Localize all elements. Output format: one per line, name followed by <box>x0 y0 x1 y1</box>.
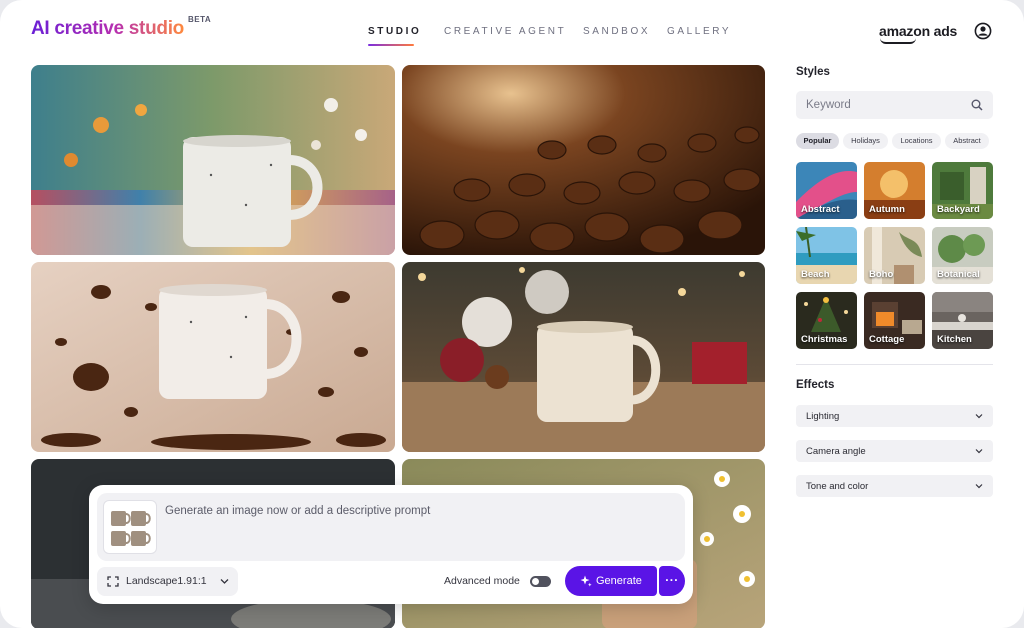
style-card-autumn[interactable]: Autumn <box>864 162 925 219</box>
chip-locations[interactable]: Locations <box>892 133 941 149</box>
brand-logo[interactable]: AI creative studio <box>31 18 184 40</box>
top-header: AI creative studio BETA STUDIO CREATIVE … <box>0 0 1024 62</box>
gallery-image-4[interactable] <box>402 262 765 452</box>
beta-badge: BETA <box>188 15 212 24</box>
toggle-knob <box>532 578 539 585</box>
chevron-down-icon <box>975 484 983 489</box>
chip-popular[interactable]: Popular <box>796 133 839 149</box>
style-search <box>796 91 993 119</box>
more-options-icon: ··· <box>665 573 679 587</box>
style-card-christmas[interactable]: Christmas <box>796 292 857 349</box>
gallery-image-3[interactable] <box>31 262 395 452</box>
chevron-down-icon <box>975 449 983 454</box>
advanced-mode-toggle[interactable] <box>530 576 551 587</box>
coffee-beans-image <box>402 65 765 255</box>
nav-tab-sandbox[interactable]: SANDBOX <box>583 26 650 37</box>
style-card-boho[interactable]: Boho <box>864 227 925 284</box>
effect-camera-angle-dropdown[interactable]: Camera angle <box>796 440 993 462</box>
panel-divider <box>796 364 993 365</box>
prompt-input[interactable]: Generate an image now or add a descripti… <box>97 493 685 561</box>
style-card-label: Kitchen <box>937 334 972 345</box>
style-card-label: Beach <box>801 269 830 280</box>
chip-holidays[interactable]: Holidays <box>843 133 888 149</box>
mugs-thumbnail-image <box>111 511 151 546</box>
effect-tone-color-dropdown[interactable]: Tone and color <box>796 475 993 497</box>
effect-label: Camera angle <box>806 446 866 457</box>
christmas-mug-image <box>402 262 765 452</box>
user-circle-icon[interactable] <box>974 22 992 40</box>
style-card-label: Cottage <box>869 334 905 345</box>
aspect-ratio-dropdown[interactable]: Landscape1.91:1 <box>97 567 238 596</box>
chevron-down-icon <box>220 579 229 584</box>
expand-frame-icon <box>107 576 119 587</box>
mug-blanket-image <box>31 65 395 255</box>
styles-heading: Styles <box>796 66 830 78</box>
generate-label: Generate <box>596 575 642 587</box>
nav-tab-creative-agent[interactable]: CREATIVE AGENT <box>444 26 566 37</box>
style-card-botanical[interactable]: Botanical <box>932 227 993 284</box>
amazon-ads-logo: amazon ads <box>879 23 958 39</box>
effect-label: Tone and color <box>806 481 869 492</box>
style-card-abstract[interactable]: Abstract <box>796 162 857 219</box>
style-card-label: Backyard <box>937 204 980 215</box>
style-search-input[interactable] <box>796 91 966 119</box>
product-thumbnail[interactable] <box>103 500 157 554</box>
style-card-label: Autumn <box>869 204 905 215</box>
advanced-mode-label: Advanced mode <box>444 575 520 587</box>
style-card-label: Abstract <box>801 204 840 215</box>
app-window: AI creative studio BETA STUDIO CREATIVE … <box>0 0 1024 628</box>
chip-abstract[interactable]: Abstract <box>945 133 989 149</box>
more-options-button[interactable]: ··· <box>659 566 685 596</box>
floating-mug-image <box>31 262 395 452</box>
style-card-beach[interactable]: Beach <box>796 227 857 284</box>
gallery-image-1[interactable] <box>31 65 395 255</box>
style-card-backyard[interactable]: Backyard <box>932 162 993 219</box>
style-card-label: Boho <box>869 269 894 280</box>
style-card-label: Botanical <box>937 269 980 280</box>
search-icon[interactable] <box>971 99 983 111</box>
style-card-kitchen[interactable]: Kitchen <box>932 292 993 349</box>
nav-tab-gallery[interactable]: GALLERY <box>667 26 731 37</box>
amazon-smile-icon <box>880 38 916 44</box>
effect-label: Lighting <box>806 411 840 422</box>
active-tab-indicator <box>368 44 414 46</box>
aspect-ratio-label: Landscape1.91:1 <box>126 575 207 587</box>
style-card-label: Christmas <box>801 334 848 345</box>
gallery-image-2[interactable] <box>402 65 765 255</box>
style-card-cottage[interactable]: Cottage <box>864 292 925 349</box>
prompt-panel: Generate an image now or add a descripti… <box>89 485 693 604</box>
chevron-down-icon <box>975 414 983 419</box>
nav-tab-studio[interactable]: STUDIO <box>368 26 421 37</box>
generate-button[interactable]: Generate <box>565 566 657 596</box>
effects-heading: Effects <box>796 379 835 391</box>
prompt-placeholder: Generate an image now or add a descripti… <box>165 505 431 517</box>
effect-lighting-dropdown[interactable]: Lighting <box>796 405 993 427</box>
sparkle-icon <box>580 575 592 587</box>
